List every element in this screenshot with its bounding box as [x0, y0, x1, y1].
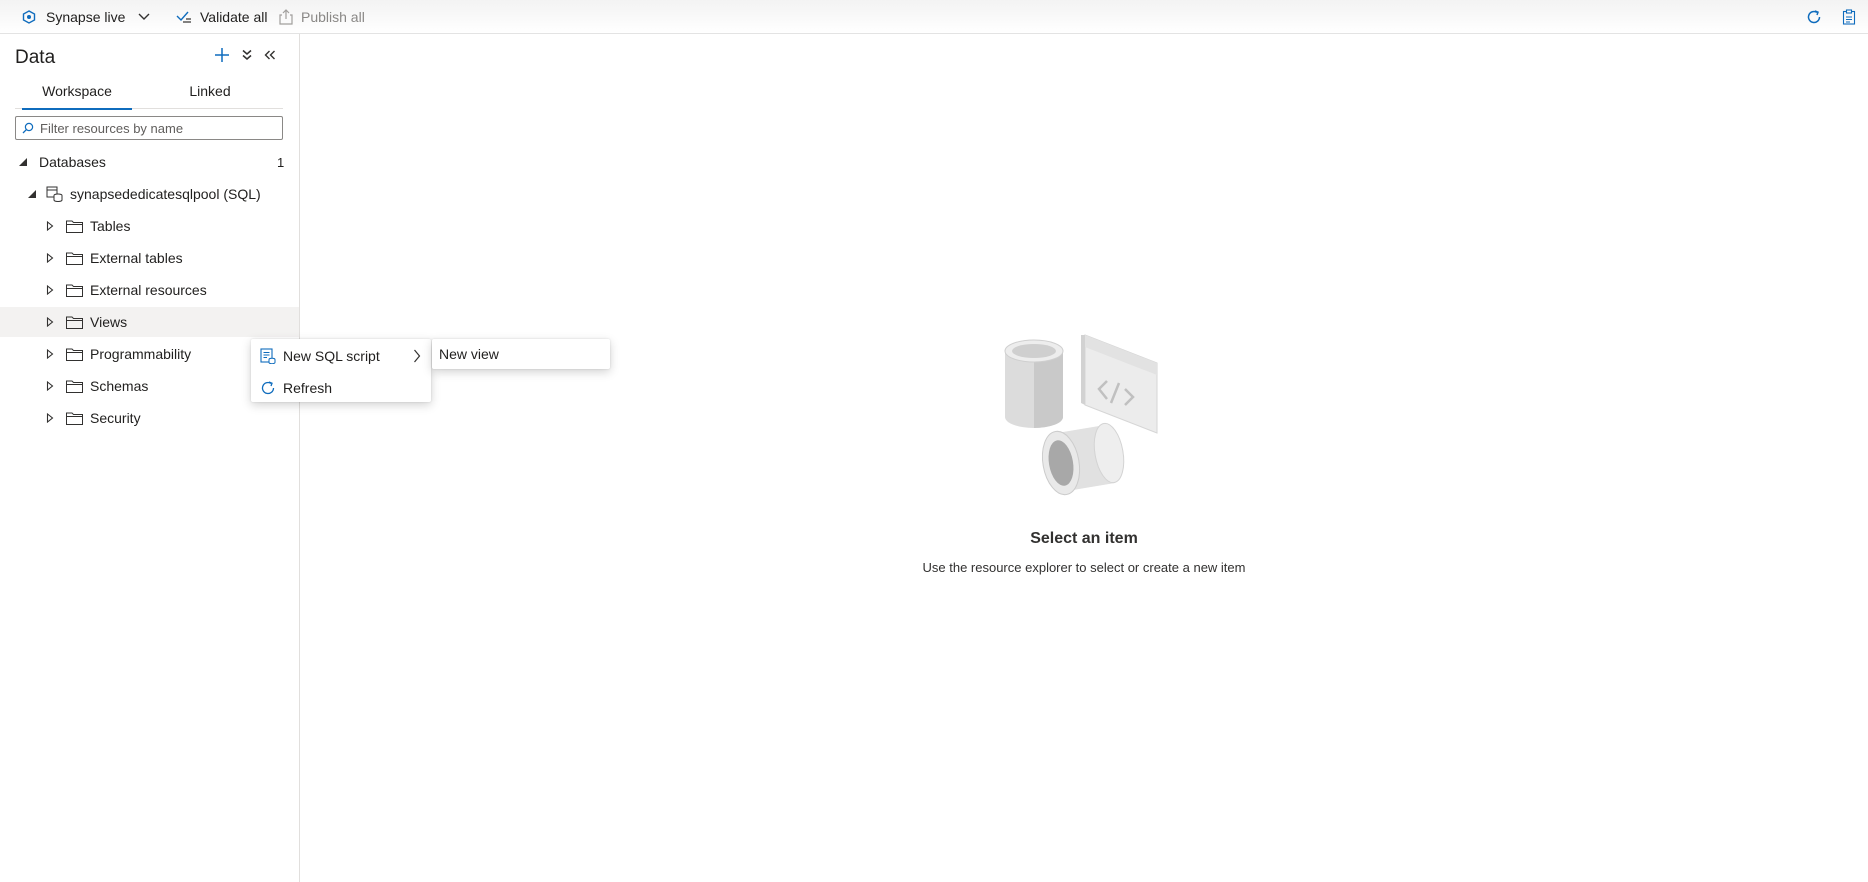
collapsed-triangle-icon: [44, 348, 56, 360]
folder-label: Views: [90, 314, 128, 330]
databases-count: 1: [277, 154, 285, 170]
filter-box: [15, 116, 283, 140]
submenu-item-new-view[interactable]: New view: [432, 339, 610, 369]
sql-pool-icon: [46, 186, 63, 202]
context-submenu: New view: [432, 339, 610, 369]
folder-icon: [66, 252, 83, 265]
databases-section-header[interactable]: Databases 1: [0, 147, 299, 177]
validate-all-label: Validate all: [200, 8, 268, 25]
chevron-down-icon[interactable]: [137, 0, 151, 33]
validate-all-button[interactable]: Validate all: [176, 0, 267, 33]
menu-item-new-sql-script[interactable]: New SQL script: [251, 341, 431, 371]
tree-folder-security[interactable]: Security: [0, 403, 299, 433]
chevron-right-icon: [413, 349, 421, 366]
folder-icon: [66, 220, 83, 233]
top-toolbar: Synapse live Validate all Publish all: [0, 0, 1868, 34]
collapsed-triangle-icon: [44, 284, 56, 296]
data-panel: Data Workspace Linked Databases 1 synaps…: [0, 34, 300, 882]
double-chevron-left-icon: [264, 50, 275, 60]
tree-folder-external-resources[interactable]: External resources: [0, 275, 299, 305]
panel-tabs: Workspace Linked: [15, 81, 283, 110]
empty-state-title: Select an item: [1030, 530, 1138, 547]
expanded-triangle-icon: [17, 156, 29, 168]
publish-all-button[interactable]: Publish all: [279, 0, 365, 33]
folder-label: Schemas: [90, 378, 149, 394]
folder-icon: [66, 380, 83, 393]
tab-linked[interactable]: Linked: [155, 81, 265, 109]
filter-input[interactable]: [40, 120, 270, 136]
pipe-icon: [1041, 422, 1125, 496]
collapse-all-button[interactable]: [236, 44, 258, 66]
sql-script-icon: [260, 348, 276, 367]
plus-icon: [215, 48, 229, 62]
tree-folder-views[interactable]: Views: [0, 307, 299, 337]
panel-title: Data: [15, 47, 56, 68]
folder-icon: [66, 316, 83, 329]
synapse-icon: [22, 9, 36, 24]
refresh-icon: [260, 380, 276, 399]
empty-state-subtitle: Use the resource explorer to select or c…: [922, 560, 1246, 575]
expanded-triangle-icon: [26, 188, 38, 200]
publish-all-label: Publish all: [301, 8, 365, 25]
folder-icon: [66, 348, 83, 361]
tree-folder-external-tables[interactable]: External tables: [0, 243, 299, 273]
code-card-icon: [1081, 334, 1158, 434]
menu-item-label: Refresh: [283, 380, 333, 396]
folder-label: Tables: [90, 218, 131, 234]
menu-item-refresh[interactable]: Refresh: [251, 373, 431, 403]
folder-label: External tables: [90, 250, 183, 266]
double-chevron-down-icon: [242, 49, 252, 60]
collapsed-triangle-icon: [44, 220, 56, 232]
tree-folder-tables[interactable]: Tables: [0, 211, 299, 241]
databases-label: Databases: [39, 154, 106, 170]
collapsed-triangle-icon: [44, 252, 56, 264]
search-icon: [22, 122, 34, 134]
refresh-icon[interactable]: [1806, 0, 1822, 33]
collapsed-triangle-icon: [44, 412, 56, 424]
folder-label: External resources: [90, 282, 207, 298]
context-menu: New SQL script Refresh: [251, 339, 431, 402]
hide-panel-button[interactable]: [259, 44, 281, 66]
menu-item-label: New SQL script: [283, 348, 380, 364]
tab-workspace[interactable]: Workspace: [22, 81, 132, 110]
database-cylinder-icon: [1004, 339, 1064, 428]
validate-icon: [176, 10, 192, 24]
add-resource-button[interactable]: [211, 44, 233, 66]
folder-icon: [66, 284, 83, 297]
empty-state-illustration: [695, 293, 1165, 518]
folder-icon: [66, 412, 83, 425]
clipboard-icon[interactable]: [1842, 0, 1856, 33]
database-label: synapsededicatesqlpool (SQL): [70, 186, 261, 202]
synapse-live-label: Synapse live: [46, 8, 126, 25]
tree-database-node[interactable]: synapsededicatesqlpool (SQL): [0, 179, 299, 209]
collapsed-triangle-icon: [44, 316, 56, 328]
synapse-live-selector[interactable]: Synapse live: [22, 0, 125, 33]
submenu-item-label: New view: [439, 346, 499, 362]
folder-label: Programmability: [90, 346, 192, 362]
publish-icon: [279, 8, 293, 25]
folder-label: Security: [90, 410, 141, 426]
collapsed-triangle-icon: [44, 380, 56, 392]
